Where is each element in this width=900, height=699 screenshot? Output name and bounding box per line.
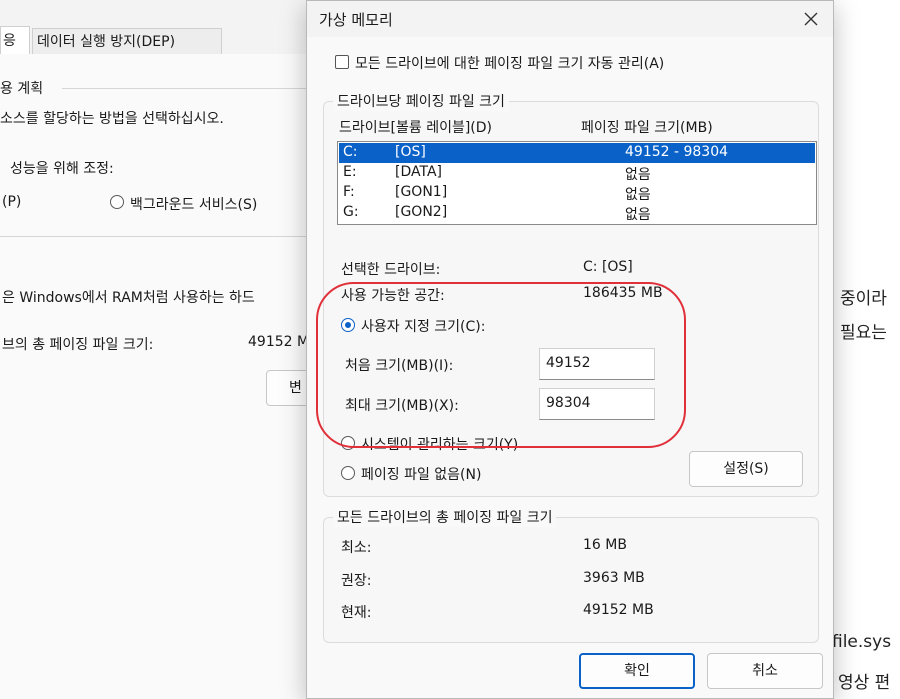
drive-label: [OS] (395, 144, 426, 160)
totals-group-title: 모든 드라이브의 총 페이징 파일 크기 (333, 507, 557, 527)
performance-options-window: 응 데이터 실행 방지(DEP) 용 계획 소스를 할당하는 방법을 선택하십시… (0, 0, 353, 699)
drive-list-row[interactable]: C: [OS] 49152 - 98304 (339, 143, 815, 163)
drive-label: [GON2] (395, 204, 448, 220)
initial-size-input[interactable]: 49152 (539, 348, 655, 380)
drive-letter: C: (343, 144, 358, 160)
drive-label: [GON1] (395, 184, 448, 200)
totals-group (323, 517, 819, 643)
selected-drive-label: 선택한 드라이브: (341, 262, 441, 278)
minimum-value: 16 MB (583, 537, 627, 553)
drive-letter: F: (343, 184, 355, 200)
processor-scheduling-title: 용 계획 (0, 81, 44, 97)
close-button[interactable] (799, 7, 823, 31)
recommended-value: 3963 MB (583, 570, 645, 586)
drive-list-row[interactable]: G: [GON2] 없음 (339, 203, 815, 223)
system-managed-label[interactable]: 시스템이 관리하는 크기(Y) (361, 434, 518, 454)
drive-paging-size: 없음 (625, 187, 651, 203)
ok-button[interactable]: 확인 (579, 653, 695, 689)
max-size-label: 최대 크기(MB)(X): (345, 398, 459, 414)
blog-text-line: 중이라 (840, 289, 887, 309)
cancel-button-label: 취소 (752, 663, 778, 679)
system-managed-radio[interactable] (341, 436, 355, 450)
blog-text-line: 영상 편 (838, 673, 891, 693)
set-button[interactable]: 설정(S) (689, 451, 803, 487)
max-size-input[interactable]: 98304 (539, 388, 655, 420)
tab-dep-label: 데이터 실행 방지(DEP) (37, 34, 176, 50)
per-drive-group-title: 드라이브당 페이징 파일 크기 (333, 91, 509, 111)
blog-text-line: file.sys (832, 632, 892, 652)
virtual-memory-dialog: 가상 메모리 모든 드라이브에 대한 페이징 파일 크기 자동 관리(A) 드라… (306, 0, 834, 699)
available-space-label: 사용 가능한 공간: (341, 288, 445, 304)
change-button-label: 변 (289, 380, 302, 396)
cancel-button[interactable]: 취소 (707, 653, 823, 689)
close-icon (804, 12, 818, 26)
selected-drive-value: C: [OS] (583, 259, 633, 275)
tab-strip: 응 데이터 실행 방지(DEP) (0, 26, 352, 56)
ok-button-label: 확인 (624, 663, 650, 679)
drive-paging-size: 49152 - 98304 (625, 144, 729, 160)
tab-dep[interactable]: 데이터 실행 방지(DEP) (32, 28, 222, 55)
recommended-label: 권장: (341, 573, 372, 589)
total-paging-value: 49152 M (248, 334, 310, 350)
initial-size-label: 처음 크기(MB)(I): (345, 358, 454, 374)
drive-letter: G: (343, 204, 359, 220)
no-paging-radio[interactable] (341, 466, 355, 480)
max-size-value: 98304 (546, 395, 591, 411)
tab-advanced-label: 응 (3, 33, 16, 49)
available-space-value: 186435 MB (583, 285, 663, 301)
blog-text-line: 필요는 (840, 323, 887, 343)
auto-manage-checkbox[interactable] (335, 55, 349, 69)
drive-list-row[interactable]: E: [DATA] 없음 (339, 163, 815, 183)
initial-size-value: 49152 (546, 355, 591, 371)
drive-paging-size: 없음 (625, 167, 651, 183)
background-services-label: 백그라운드 서비스(S) (130, 197, 258, 213)
background-services-radio[interactable] (110, 195, 124, 209)
drive-paging-size: 없음 (625, 207, 651, 223)
current-value: 49152 MB (583, 602, 654, 618)
drive-column-header: 드라이브[볼륨 레이블](D) (339, 120, 492, 136)
virtual-memory-description: 은 Windows에서 RAM처럼 사용하는 하드 (2, 290, 255, 306)
current-label: 현재: (341, 605, 372, 621)
minimum-label: 최소: (341, 540, 372, 556)
divider (0, 236, 340, 237)
custom-size-label[interactable]: 사용자 지정 크기(C): (361, 316, 485, 336)
programs-radio-label[interactable]: (P) (2, 194, 21, 210)
set-button-label: 설정(S) (723, 461, 769, 477)
custom-size-radio[interactable] (341, 318, 355, 332)
no-paging-label[interactable]: 페이징 파일 없음(N) (361, 464, 481, 484)
tab-advanced[interactable]: 응 (0, 26, 30, 56)
scheduling-description: 소스를 할당하는 방법을 선택하십시오. (0, 111, 224, 127)
drive-label: [DATA] (395, 164, 442, 180)
drive-list[interactable]: C: [OS] 49152 - 98304 E: [DATA] 없음 F: [G… (337, 141, 817, 225)
total-paging-label: 브의 총 페이징 파일 크기: (2, 337, 154, 353)
adjust-label: 성능을 위해 조정: (10, 161, 114, 177)
title-bar: 가상 메모리 (307, 1, 833, 37)
auto-manage-label[interactable]: 모든 드라이브에 대한 페이징 파일 크기 자동 관리(A) (355, 53, 664, 73)
size-column-header: 페이징 파일 크기(MB) (581, 120, 713, 136)
drive-list-row[interactable]: F: [GON1] 없음 (339, 183, 815, 203)
dialog-title: 가상 메모리 (319, 11, 393, 29)
divider (62, 88, 340, 89)
drive-letter: E: (343, 164, 357, 180)
